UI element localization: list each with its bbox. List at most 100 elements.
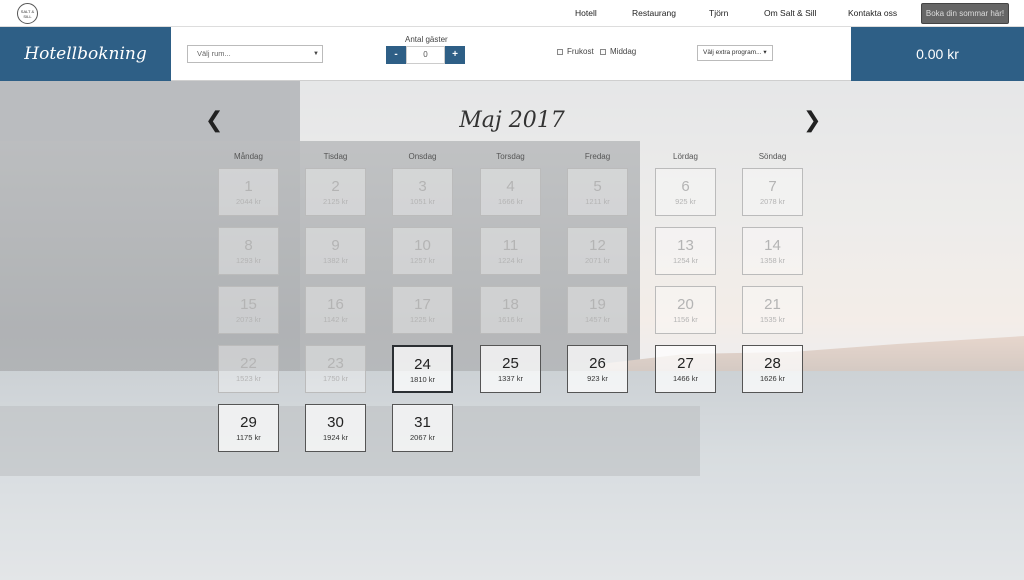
day-price: 1211 kr — [585, 197, 610, 206]
day-number: 30 — [327, 414, 344, 431]
salt-sill-logo[interactable]: SALT & SILL — [17, 3, 38, 24]
day-number: 6 — [681, 178, 690, 195]
day-number: 24 — [414, 356, 431, 373]
weekday-label: Lördag — [673, 152, 698, 161]
month-title: Maj 2017 — [459, 108, 565, 133]
day-number: 11 — [502, 237, 519, 254]
calendar-day: 23 1750 kr — [305, 345, 366, 393]
day-number: 20 — [677, 296, 694, 313]
day-price: 923 kr — [587, 374, 608, 383]
day-number: 7 — [768, 178, 777, 195]
next-month-arrow-icon[interactable]: ❯ — [803, 109, 821, 131]
day-price: 2071 kr — [584, 256, 611, 265]
calendar-day: 21 1535 kr — [742, 286, 803, 334]
calendar-day: 11 1224 kr — [480, 227, 541, 275]
weekday-label: Torsdag — [496, 152, 525, 161]
booking-bar: Hotellbokning Välj rum... ▼ Antal gäster… — [0, 27, 1024, 81]
extra-program-select[interactable]: Välj extra program... ▾ — [697, 45, 773, 61]
calendar-day[interactable]: 31 2067 kr — [392, 404, 453, 452]
calendar-day[interactable]: 27 1466 kr — [655, 345, 716, 393]
day-number: 3 — [418, 178, 427, 195]
guests-plus-button[interactable]: + — [445, 46, 465, 64]
day-price: 1051 kr — [409, 197, 436, 206]
calendar-day: 6 925 kr — [655, 168, 716, 216]
day-price: 925 kr — [675, 197, 696, 206]
day-number: 19 — [589, 296, 606, 313]
day-number: 22 — [240, 355, 257, 372]
calendar-day: 7 2078 kr — [742, 168, 803, 216]
calendar-day: 17 1225 kr — [392, 286, 453, 334]
calendar-day[interactable]: 24 1810 kr — [392, 345, 453, 393]
day-number: 5 — [593, 178, 602, 195]
extra-program-label: Välj extra program... — [703, 49, 762, 56]
day-number: 27 — [677, 355, 694, 372]
calendar-day[interactable]: 29 1175 kr — [218, 404, 279, 452]
logo-text: SALT & SILL — [20, 9, 35, 19]
day-price: 1142 kr — [323, 315, 348, 324]
weekday-label: Söndag — [758, 152, 787, 161]
breakfast-checkbox[interactable]: Frukost — [557, 47, 594, 56]
day-number: 16 — [327, 296, 344, 313]
day-price: 1666 kr — [497, 197, 524, 206]
day-price: 1810 kr — [409, 375, 436, 384]
checkbox-icon — [557, 49, 563, 55]
calendar-day: 9 1382 kr — [305, 227, 366, 275]
day-number: 28 — [764, 355, 781, 372]
day-number: 15 — [240, 296, 257, 313]
day-price: 1750 kr — [322, 374, 349, 383]
calendar-day[interactable]: 28 1626 kr — [742, 345, 803, 393]
calendar-day: 20 1156 kr — [655, 286, 716, 334]
guests-label: Antal gäster — [405, 35, 448, 44]
day-price: 2067 kr — [409, 433, 436, 442]
day-price: 1535 kr — [759, 315, 786, 324]
top-navigation: SALT & SILL Hotell Restaurang Tjörn Om S… — [0, 0, 1024, 27]
day-number: 1 — [244, 178, 253, 195]
nav-tjorn[interactable]: Tjörn — [709, 8, 728, 18]
calendar-day: 10 1257 kr — [392, 227, 453, 275]
guests-minus-button[interactable]: - — [386, 46, 406, 64]
day-number: 31 — [414, 414, 431, 431]
dinner-label: Middag — [610, 47, 637, 56]
guests-count-input[interactable]: 0 — [406, 46, 445, 64]
nav-kontakta-oss[interactable]: Kontakta oss — [848, 8, 897, 18]
day-number: 17 — [414, 296, 431, 313]
day-price: 1257 kr — [409, 256, 436, 265]
nav-restaurang[interactable]: Restaurang — [632, 8, 676, 18]
calendar-day[interactable]: 26 923 kr — [567, 345, 628, 393]
calendar-day: 13 1254 kr — [655, 227, 716, 275]
room-select[interactable]: Välj rum... ▼ — [187, 45, 323, 63]
weekday-label: Måndag — [234, 152, 263, 161]
day-price: 1337 kr — [497, 374, 524, 383]
day-number: 12 — [589, 237, 606, 254]
day-number: 9 — [331, 237, 340, 254]
day-number: 13 — [677, 237, 694, 254]
chevron-down-icon: ▼ — [313, 51, 319, 57]
calendar-day: 12 2071 kr — [567, 227, 628, 275]
prev-month-arrow-icon[interactable]: ❮ — [205, 109, 223, 131]
day-number: 26 — [589, 355, 606, 372]
book-summer-button[interactable]: Boka din sommar här! — [921, 3, 1009, 24]
day-number: 10 — [414, 237, 431, 254]
nav-om-salt-sill[interactable]: Om Salt & Sill — [764, 8, 816, 18]
day-price: 1224 kr — [497, 256, 524, 265]
calendar-day: 18 1616 kr — [480, 286, 541, 334]
day-price: 1466 kr — [672, 374, 699, 383]
calendar-day[interactable]: 30 1924 kr — [305, 404, 366, 452]
day-number: 29 — [240, 414, 257, 431]
calendar-day[interactable]: 25 1337 kr — [480, 345, 541, 393]
day-number: 18 — [502, 296, 519, 313]
room-select-placeholder: Välj rum... — [197, 49, 231, 58]
nav-hotell[interactable]: Hotell — [575, 8, 597, 18]
day-price: 1924 kr — [322, 433, 349, 442]
dinner-checkbox[interactable]: Middag — [600, 47, 636, 56]
checkbox-icon — [600, 49, 606, 55]
calendar-day: 5 1211 kr — [567, 168, 628, 216]
calendar-day: 22 1523 kr — [218, 345, 279, 393]
calendar-day: 2 2125 kr — [305, 168, 366, 216]
day-price: 1156 kr — [673, 315, 698, 324]
day-price: 1254 kr — [672, 256, 699, 265]
calendar-day: 19 1457 kr — [567, 286, 628, 334]
weekday-label: Fredag — [584, 152, 611, 161]
day-price: 1616 kr — [497, 315, 524, 324]
calendar-day: 8 1293 kr — [218, 227, 279, 275]
